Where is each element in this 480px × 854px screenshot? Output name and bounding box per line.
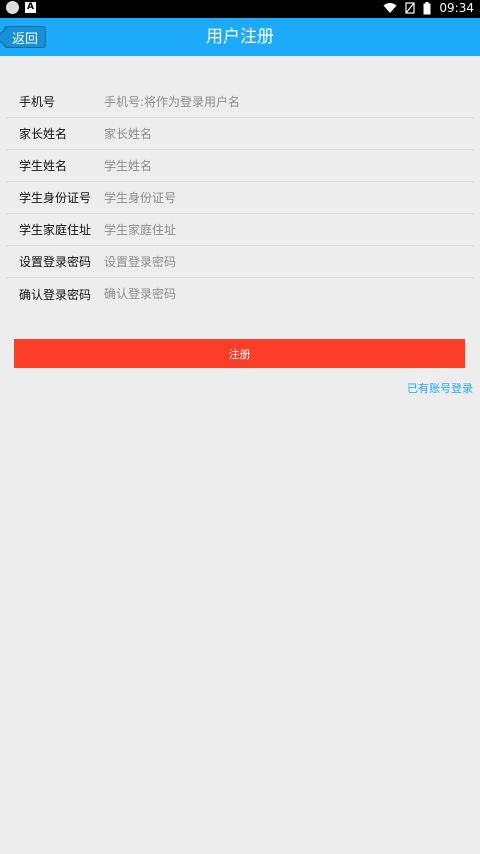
registration-form: 手机号 家长姓名 学生姓名 学生身份证号 学生家庭住址 设置登录密码 确认登录密… xyxy=(0,86,480,310)
form-row-student-name: 学生姓名 xyxy=(6,150,474,182)
title-bar: 用户注册 返回 xyxy=(0,18,480,56)
status-bar-left: A xyxy=(6,1,36,14)
form-row-phone: 手机号 xyxy=(6,86,474,118)
confirm-password-label: 确认登录密码 xyxy=(19,287,92,302)
phone-label: 手机号 xyxy=(19,95,56,109)
form-row-password: 设置登录密码 xyxy=(6,246,474,278)
student-name-label: 学生姓名 xyxy=(19,159,68,173)
back-button-label: 返回 xyxy=(11,31,38,47)
student-id-label: 学生身份证号 xyxy=(19,191,92,205)
a-notification-icon: A xyxy=(25,2,36,13)
form-row-student-id: 学生身份证号 xyxy=(6,182,474,214)
page-title: 用户注册 xyxy=(206,27,274,47)
confirm-password-input[interactable] xyxy=(104,287,464,301)
register-button[interactable]: 注册 xyxy=(14,339,465,368)
student-id-input[interactable] xyxy=(104,190,464,205)
status-bar-right: 09:34 xyxy=(383,1,474,15)
address-label: 学生家庭住址 xyxy=(19,223,92,237)
address-input[interactable] xyxy=(104,222,464,237)
form-row-parent-name: 家长姓名 xyxy=(6,118,474,150)
back-button[interactable]: 返回 xyxy=(0,26,46,49)
parent-name-input[interactable] xyxy=(104,126,464,141)
status-time: 09:34 xyxy=(439,1,474,15)
status-bar: A 09:34 xyxy=(0,0,480,18)
form-row-address: 学生家庭住址 xyxy=(6,214,474,246)
no-sim-icon xyxy=(405,2,416,14)
student-name-input[interactable] xyxy=(104,158,464,173)
login-link[interactable]: 已有账号登录 xyxy=(407,380,473,396)
form-row-confirm-password: 确认登录密码 xyxy=(6,278,474,310)
parent-name-label: 家长姓名 xyxy=(19,127,68,141)
app-notification-icon xyxy=(6,1,19,14)
password-input[interactable] xyxy=(104,254,464,269)
phone-input[interactable] xyxy=(104,94,464,109)
wifi-icon xyxy=(383,3,397,13)
password-label: 设置登录密码 xyxy=(19,255,92,269)
battery-icon xyxy=(423,1,431,14)
